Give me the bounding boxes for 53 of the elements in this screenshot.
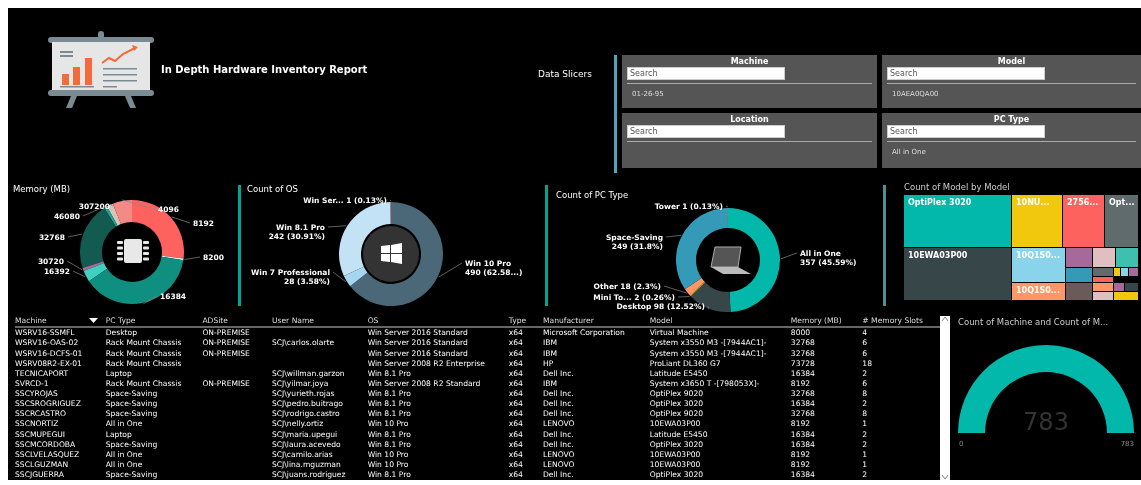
search-field[interactable]: Search bbox=[627, 125, 785, 138]
leader-line bbox=[677, 296, 690, 298]
chart-title: Count of OS bbox=[246, 183, 299, 195]
tile-label: 2756... bbox=[1067, 198, 1099, 207]
slicer-title: Machine bbox=[729, 57, 770, 67]
chip-icon bbox=[117, 239, 149, 263]
search-field[interactable]: Search bbox=[887, 125, 1045, 138]
leader-line bbox=[332, 271, 347, 283]
treemap-tile[interactable] bbox=[904, 195, 1011, 247]
tile-label: 10NU... bbox=[1016, 198, 1050, 207]
slicer-title: PC Type bbox=[992, 115, 1031, 125]
leader-line bbox=[725, 205, 729, 208]
leader-line bbox=[780, 252, 798, 260]
tile-label: Opt... bbox=[1109, 198, 1135, 207]
search-field[interactable]: Search bbox=[887, 67, 1045, 80]
treemap-tile[interactable] bbox=[1012, 195, 1062, 247]
leader-line bbox=[109, 203, 114, 207]
slicer-title: Model bbox=[996, 57, 1027, 67]
chart-title: Memory (MB) bbox=[12, 183, 72, 195]
tile-label: 10Q1S0... bbox=[1016, 286, 1060, 295]
small-tiles-drawing bbox=[1066, 248, 1138, 300]
treemap-tile[interactable] bbox=[904, 248, 1011, 300]
windows-icon bbox=[381, 243, 402, 264]
leader-line bbox=[665, 235, 682, 238]
tile-label: 10EWA03P00 bbox=[908, 251, 968, 260]
leader-line bbox=[184, 256, 201, 260]
treemap-tile[interactable] bbox=[1105, 195, 1138, 247]
laptop-icon bbox=[710, 246, 751, 274]
treemap-tile[interactable] bbox=[1012, 283, 1065, 300]
leader-line bbox=[438, 262, 463, 278]
leader-line bbox=[327, 225, 347, 228]
leader-line bbox=[389, 199, 392, 202]
tile-label: OptiPlex 3020 bbox=[908, 198, 972, 207]
treemap-tile[interactable] bbox=[1063, 195, 1104, 247]
vertical-scrollbar[interactable] bbox=[940, 316, 950, 480]
scroll-up-icon[interactable] bbox=[941, 316, 949, 322]
presentation-board-icon bbox=[45, 30, 157, 108]
slicers-label: Data Slicers bbox=[538, 68, 593, 81]
leader-line bbox=[171, 216, 191, 224]
leader-line bbox=[143, 295, 158, 305]
chart-title: Count of PC Type bbox=[555, 189, 630, 201]
treemap-tile[interactable] bbox=[1012, 248, 1065, 282]
tile-label: 10Q1S0... bbox=[1016, 251, 1060, 260]
report-title: In Depth Hardware Inventory Report bbox=[161, 63, 368, 75]
leader-line bbox=[707, 305, 709, 310]
scroll-down-icon[interactable] bbox=[941, 474, 949, 480]
leader-line bbox=[121, 199, 156, 210]
leader-line bbox=[67, 233, 83, 238]
search-field[interactable]: Search bbox=[627, 67, 785, 80]
chart-title: Count of Model by Model bbox=[904, 181, 1011, 194]
slicer-title: Location bbox=[729, 115, 770, 125]
gauge-title: Count of Machine and Count of M... bbox=[958, 317, 1110, 328]
leader-line bbox=[663, 285, 687, 294]
